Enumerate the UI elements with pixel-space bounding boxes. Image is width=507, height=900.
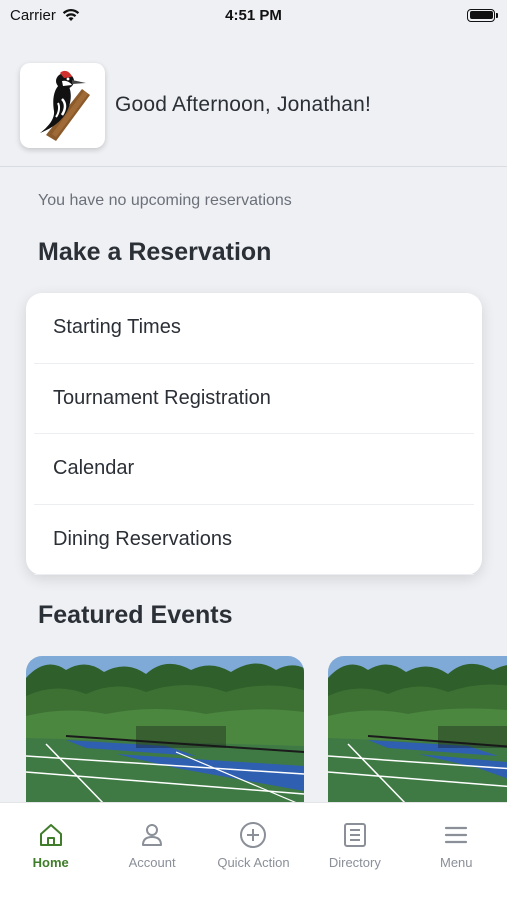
tab-account[interactable]: Account [102,821,203,900]
tab-account-label: Account [128,855,176,870]
featured-event-card[interactable] [26,656,304,806]
calendar-option[interactable]: Calendar [34,434,474,505]
battery-icon [467,8,498,22]
make-reservation-title: Make a Reservation [38,238,272,266]
reservation-options-card: Starting Times Tournament Registration C… [26,293,482,575]
starting-times-option[interactable]: Starting Times [34,293,474,364]
carrier-label: Carrier [10,6,56,24]
tab-home[interactable]: Home [0,821,101,900]
tab-menu-label: Menu [439,855,473,870]
tournament-registration-option[interactable]: Tournament Registration [34,364,474,434]
tab-directory[interactable]: Directory [304,821,405,900]
tab-menu[interactable]: Menu [406,821,507,900]
list-icon [343,823,366,847]
tab-directory-label: Directory [328,855,381,870]
hamburger-icon [445,826,468,844]
pickleball-courts-photo [328,656,507,806]
tab-home-label: Home [32,855,69,870]
wifi-icon [62,9,80,21]
tab-quick-action[interactable]: Quick Action [203,821,304,900]
home-icon [39,824,62,846]
greeting-text: Good Afternoon, Jonathan! [115,93,372,116]
status-bar: Carrier 4:51 PM [0,0,507,30]
featured-events-title: Featured Events [38,601,233,629]
woodpecker-logo-icon [20,62,105,148]
header: Good Afternoon, Jonathan! [20,62,507,148]
dining-reservations-option[interactable]: Dining Reservations [34,505,474,575]
status-left: Carrier [10,7,80,24]
pickleball-courts-photo [26,656,304,806]
no-reservations-message: You have no upcoming reservations [38,192,292,209]
featured-event-card[interactable] [328,656,507,806]
header-divider [0,166,507,167]
person-icon [142,824,163,846]
tab-quick-action-label: Quick Action [217,855,290,870]
plus-circle-icon [240,822,267,848]
bottom-tab-bar: Home Account Quick Action Directory Menu [0,802,507,900]
